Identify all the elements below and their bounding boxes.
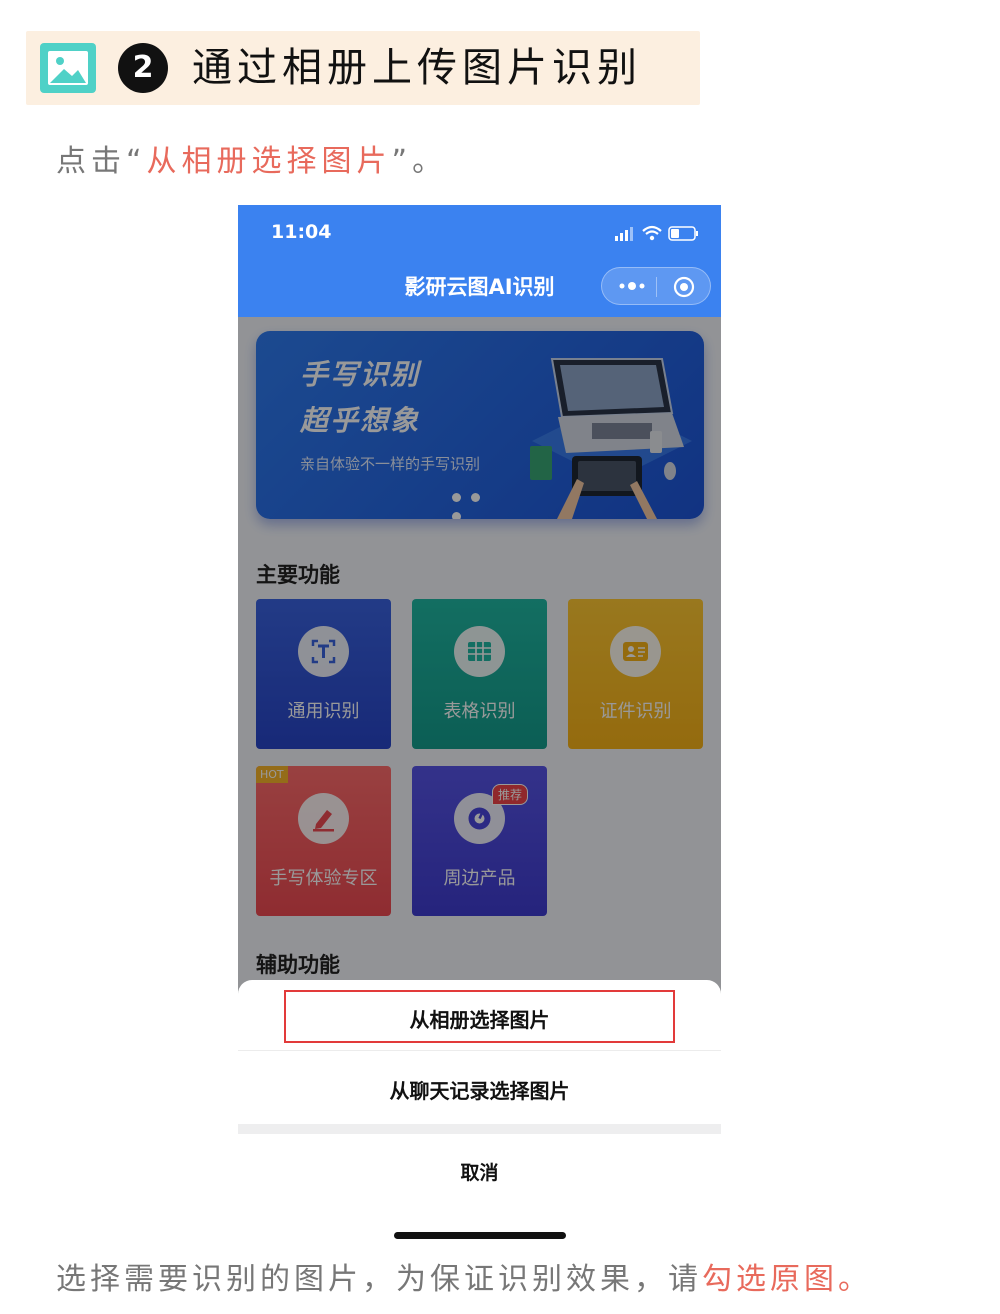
choose-from-chat-option[interactable]: 从聊天记录选择图片 <box>238 1075 721 1104</box>
sheet-gap <box>238 1124 721 1134</box>
battery-icon <box>668 226 698 241</box>
status-time: 11:04 <box>271 221 332 243</box>
image-icon <box>40 43 96 93</box>
close-target-icon[interactable] <box>673 276 695 298</box>
miniprogram-capsule <box>601 267 711 305</box>
capsule-divider <box>656 277 657 297</box>
sheet-divider <box>238 1050 721 1051</box>
action-sheet: 从相册选择图片 从聊天记录选择图片 取消 <box>238 980 721 1250</box>
instruction-bottom-highlight: 勾选原图 <box>702 1262 838 1297</box>
app-navbar: 11:04 影研云图AI识别 <box>238 205 721 317</box>
step-title: 通过相册上传图片识别 <box>192 45 642 91</box>
phone-screen: 11:04 影研云图AI识别 手写识别 超乎想象 亲自体验不一样的手写识别 主要… <box>238 205 721 1250</box>
cancel-option[interactable]: 取消 <box>238 1158 721 1185</box>
instruction-bottom-prefix: 选择需要识别的图片，为保证识别效果，请 <box>56 1262 702 1297</box>
status-bar-icons <box>615 225 698 241</box>
signal-icon <box>615 227 633 241</box>
more-icon[interactable] <box>616 276 648 296</box>
step-number-badge: 2 <box>118 43 168 93</box>
instruction-bottom-suffix: 。 <box>838 1262 872 1297</box>
instruction-top-prefix: 点击“ <box>56 144 147 179</box>
instruction-bottom: 选择需要识别的图片，为保证识别效果，请勾选原图。 <box>56 1258 872 1302</box>
step-header: 2 通过相册上传图片识别 <box>26 31 700 105</box>
instruction-top-highlight: 从相册选择图片 <box>146 144 392 179</box>
wifi-icon <box>642 225 662 241</box>
home-indicator <box>394 1232 566 1239</box>
choose-from-album-option[interactable]: 从相册选择图片 <box>238 1004 721 1033</box>
instruction-top: 点击“从相册选择图片”。 <box>56 142 447 182</box>
instruction-top-suffix: ”。 <box>391 144 448 179</box>
